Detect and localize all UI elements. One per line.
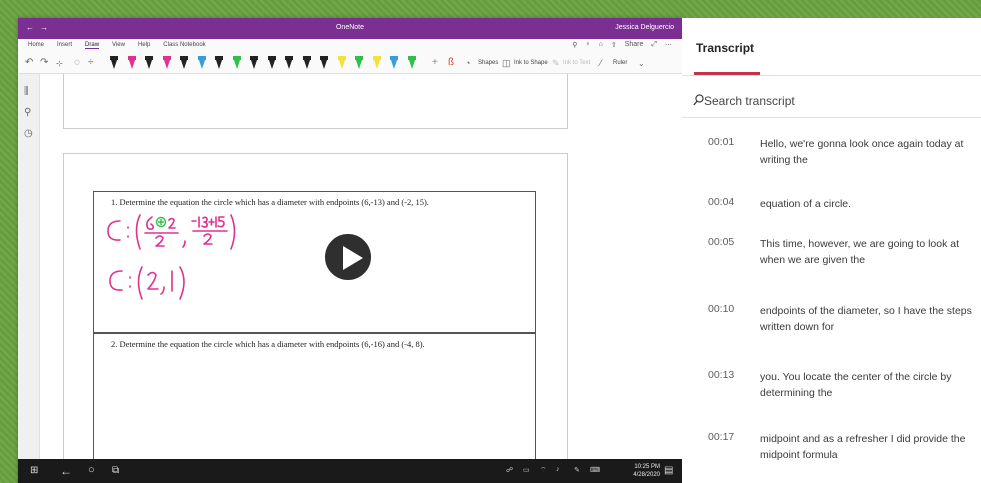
ruler-label: Ruler xyxy=(613,60,628,66)
back-icon: ← xyxy=(60,464,72,478)
left-rail: ⫼ ⚲ ◷ xyxy=(18,74,40,459)
windows-start-icon: ⊞ xyxy=(30,465,39,476)
recent-icon: ◷ xyxy=(24,128,33,139)
battery-icon: ▭ xyxy=(523,467,530,474)
problem-2-box: 2. Determine the equation the circle whi… xyxy=(93,333,536,463)
shapes-label: Shapes xyxy=(478,60,499,66)
pen-icon[interactable] xyxy=(355,56,363,69)
timestamp[interactable]: 00:01 xyxy=(708,136,734,148)
problem-1-text: 1. Determine the equation the circle whi… xyxy=(111,197,429,207)
bell-icon: ⌂ xyxy=(598,41,603,48)
pen-icon[interactable] xyxy=(145,56,153,69)
lightbulb-icon: ♀ xyxy=(585,41,591,48)
transcript-header: Transcript xyxy=(682,18,981,76)
pen-tray-icon: ✎ xyxy=(574,467,580,474)
taskbar-time: 10:25 PM xyxy=(634,464,660,470)
menu-class-notebook: Class Notebook xyxy=(163,42,206,48)
transcript-search[interactable] xyxy=(682,83,981,118)
expand-icon: ⤢ xyxy=(651,41,657,48)
transcript-panel: Transcript 00:01 Hello, we're gonna look… xyxy=(682,18,981,483)
ink-to-text-label: Ink to Text xyxy=(563,60,591,66)
transcript-text: you. You locate the center of the circle… xyxy=(760,371,952,399)
active-tab-indicator xyxy=(694,72,760,75)
pen-icon[interactable] xyxy=(162,56,171,69)
pen-icon[interactable] xyxy=(180,56,188,69)
transcript-tab[interactable]: Transcript xyxy=(696,41,754,55)
search-icon xyxy=(693,94,704,106)
volume-icon: ♪ xyxy=(556,466,560,473)
undo-icon: ↶ xyxy=(25,57,34,68)
select-icon: ⊹ xyxy=(56,59,63,68)
pen-icon[interactable] xyxy=(197,56,206,69)
lasso-icon: ◌ xyxy=(74,57,80,68)
onenote-titlebar: ←→ OneNote Jessica Delguercio xyxy=(18,18,682,39)
pen-icon[interactable] xyxy=(267,56,276,69)
ink-to-text-icon: ✎ xyxy=(552,58,560,68)
timestamp[interactable]: 00:04 xyxy=(708,196,734,208)
notebooks-icon: ⫼ xyxy=(24,86,29,97)
people-tray-icon: ☍ xyxy=(506,467,514,474)
transcript-text: endpoints of the diameter, so I have the… xyxy=(760,305,972,333)
menu-view: View xyxy=(112,42,125,48)
task-view-icon: ⧉ xyxy=(112,465,120,476)
transcript-text: Hello, we're gonna look once again today… xyxy=(760,138,964,166)
timestamp[interactable]: 00:10 xyxy=(708,303,734,315)
share-icon: ⇧ xyxy=(610,42,617,49)
wifi-icon: ⌔ xyxy=(540,467,547,474)
play-button[interactable] xyxy=(323,232,373,282)
onenote-menubar: Home Insert Draw View Help Class Noteboo… xyxy=(18,39,682,53)
menu-help: Help xyxy=(137,42,151,48)
shapes-icon: ◔ xyxy=(465,58,471,68)
timestamp[interactable]: 00:17 xyxy=(708,431,734,443)
user-name: Jessica Delguercio xyxy=(615,24,674,31)
previous-page-box xyxy=(63,74,568,129)
share-label: Share xyxy=(624,41,644,48)
timestamp[interactable]: 00:13 xyxy=(708,369,734,381)
pen-icon[interactable] xyxy=(302,56,311,69)
ink-math-icon: ß xyxy=(448,57,455,68)
pen-icon[interactable] xyxy=(285,56,293,69)
menu-home: Home xyxy=(28,42,45,48)
handwritten-work xyxy=(107,214,236,300)
transcript-text: equation of a circle. xyxy=(760,198,852,210)
keyboard-icon: ⌨ xyxy=(590,467,601,474)
problem-1-box: 1. Determine the equation the circle whi… xyxy=(93,191,536,333)
transcript-text: This time, however, we are going to look… xyxy=(760,238,960,266)
pen-icon[interactable] xyxy=(232,56,241,69)
pen-icon[interactable] xyxy=(110,56,118,69)
search-icon: ⚲ xyxy=(24,107,32,118)
windows-taskbar: ⊞ ← ○ ⧉ ☍ ▭ ⌔ ♪ ✎ ⌨ 10:25 PM 4/28/2020 ▤ xyxy=(18,459,682,483)
pen-icon[interactable] xyxy=(127,56,136,69)
notifications-icon: ▤ xyxy=(664,465,674,476)
chevron-down-icon: ⌄ xyxy=(638,59,645,68)
taskbar-date: 4/28/2020 xyxy=(633,472,660,478)
search-input[interactable] xyxy=(704,91,964,111)
app-title: OneNote xyxy=(335,24,365,31)
people-icon: ⚲ xyxy=(572,42,578,49)
menu-insert: Insert xyxy=(57,42,73,48)
timestamp[interactable]: 00:05 xyxy=(708,236,734,248)
pen-icon[interactable] xyxy=(390,56,398,69)
redo-icon: ↷ xyxy=(40,57,49,68)
problem-2-text: 2. Determine the equation the circle whi… xyxy=(111,339,425,349)
pen-icon[interactable] xyxy=(337,56,346,69)
transcript-text: midpoint and as a refresher I did provid… xyxy=(760,433,966,461)
pen-icon[interactable] xyxy=(372,56,381,69)
pen-icon[interactable] xyxy=(320,56,328,69)
more-icon: ⋯ xyxy=(665,42,672,49)
draw-toolbar: ↶ ↷ ⊹ ◌ ÷ + ß ◔ Shapes ◫ Ink to Shape ✎ … xyxy=(18,53,682,74)
pen-icon[interactable] xyxy=(215,56,223,69)
menu-draw: Draw xyxy=(85,42,100,49)
cortana-icon: ○ xyxy=(88,464,95,476)
ink-to-shape-icon: ◫ xyxy=(502,58,511,68)
taskbar-clock: 10:25 PM 4/28/2020 xyxy=(633,463,660,479)
add-pen-icon: + xyxy=(432,57,438,68)
pen-icon[interactable] xyxy=(407,56,416,69)
pen-icon[interactable] xyxy=(250,56,258,69)
add-space-icon: ÷ xyxy=(88,57,94,68)
video-player[interactable]: ←→ OneNote Jessica Delguercio Home Inser… xyxy=(18,18,682,483)
ruler-icon: ⁄ xyxy=(600,58,602,68)
ink-to-shape-label: Ink to Shape xyxy=(514,60,548,66)
